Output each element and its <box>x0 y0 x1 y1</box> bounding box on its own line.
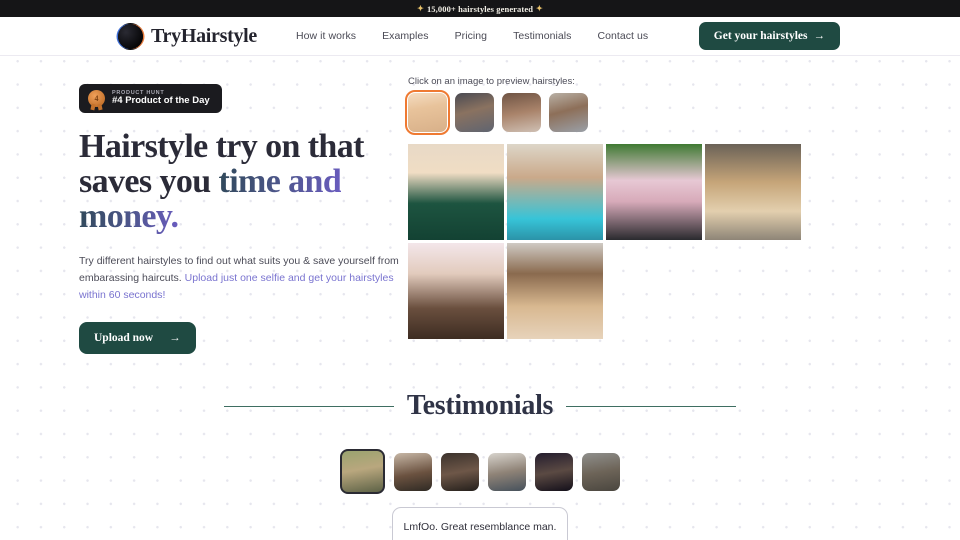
testimonial-card: LmfOo. Great resemblance man. @levelsio <box>392 507 568 540</box>
avatar-5[interactable] <box>535 452 573 491</box>
nav-contact-us[interactable]: Contact us <box>597 30 648 42</box>
gallery-image-blonde-beach-waves[interactable] <box>705 144 801 240</box>
picker-instruction-label: Click on an image to preview hairstyles: <box>408 76 575 87</box>
avatar-6[interactable] <box>582 452 620 491</box>
avatar-2[interactable] <box>394 452 432 491</box>
product-hunt-badge[interactable]: 4 PRODUCT HUNT #4 Product of the Day <box>79 84 222 114</box>
divider-left <box>224 405 394 407</box>
hero-preview-column: Click on an image to preview hairstyles: <box>400 74 807 354</box>
nav-how-it-works[interactable]: How it works <box>296 30 356 42</box>
hero-copy-column: 4 PRODUCT HUNT #4 Product of the Day Hai… <box>0 74 401 355</box>
main-navigation: How it works Examples Pricing Testimonia… <box>296 30 648 42</box>
arrow-right-icon: → <box>169 332 181 345</box>
arrow-right-icon: → <box>813 30 826 42</box>
get-your-hairstyles-label: Get your hairstyles <box>713 30 808 42</box>
nav-pricing[interactable]: Pricing <box>455 30 487 42</box>
logo-circle-icon <box>118 23 143 49</box>
headline-line-1: Hairstyle try on that <box>79 128 364 166</box>
brand-logo[interactable]: TryHairstyle <box>118 23 257 49</box>
headline-line-2-gradient: time and <box>218 162 342 200</box>
get-your-hairstyles-button[interactable]: Get your hairstyles → <box>698 22 840 50</box>
thumbnail-blonde-woman[interactable] <box>405 90 450 135</box>
testimonial-avatar-strip <box>0 449 960 495</box>
headline-line-2-plain: saves you <box>79 162 219 200</box>
thumbnail-young-man[interactable] <box>455 93 494 132</box>
brand-name: TryHairstyle <box>151 24 257 47</box>
thumbnail-bearded-man[interactable] <box>549 93 588 132</box>
sparkles-icon-right: ✦ <box>536 4 543 13</box>
upload-now-button[interactable]: Upload now → <box>79 322 196 355</box>
avatar-4[interactable] <box>488 452 526 491</box>
testimonials-heading-row: Testimonials <box>0 390 960 422</box>
gallery-image-green-turtleneck-blonde[interactable] <box>408 144 504 240</box>
avatar-1[interactable] <box>340 449 385 495</box>
divider-right <box>566 405 737 407</box>
testimonial-quote: LmfOo. Great resemblance man. <box>403 521 557 534</box>
announcement-text: 15,000+ hairstyles generated <box>426 3 534 14</box>
hero-subtext: Try different hairstyles to find out wha… <box>79 253 401 304</box>
gallery-image-ombre-fringe-long[interactable] <box>507 243 603 339</box>
site-header: TryHairstyle How it works Examples Prici… <box>0 17 960 56</box>
face-thumbnail-strip <box>405 90 807 135</box>
upload-now-label: Upload now <box>94 332 154 345</box>
testimonials-section: Testimonials LmfOo. Great resemblance ma… <box>0 390 960 540</box>
headline-line-3-gradient: money. <box>79 197 179 235</box>
gallery-image-dark-sleek-bob[interactable] <box>408 243 504 339</box>
gallery-image-pink-bob-grass-backdrop[interactable] <box>606 144 702 240</box>
medal-icon: 4 <box>88 90 105 108</box>
sparkles-icon-left: ✦ <box>417 4 424 13</box>
gallery-image-sleek-ponytail-headband[interactable] <box>507 144 603 240</box>
product-hunt-title: #4 Product of the Day <box>112 95 210 107</box>
announcement-bar: ✦ 15,000+ hairstyles generated ✦ <box>0 0 960 17</box>
avatar-3[interactable] <box>441 452 479 491</box>
nav-examples[interactable]: Examples <box>382 30 429 42</box>
landing-page: ✦ 15,000+ hairstyles generated ✦ TryHair… <box>0 0 960 540</box>
thumbnail-curly-hair-woman[interactable] <box>502 93 541 132</box>
hairstyle-gallery-grid <box>408 144 807 339</box>
nav-testimonials[interactable]: Testimonials <box>513 30 571 42</box>
page-title: Hairstyle try on that saves you time and… <box>79 128 400 235</box>
product-hunt-text: PRODUCT HUNT #4 Product of the Day <box>112 90 210 107</box>
hero-section: 4 PRODUCT HUNT #4 Product of the Day Hai… <box>0 56 960 355</box>
testimonials-title: Testimonials <box>406 390 554 422</box>
